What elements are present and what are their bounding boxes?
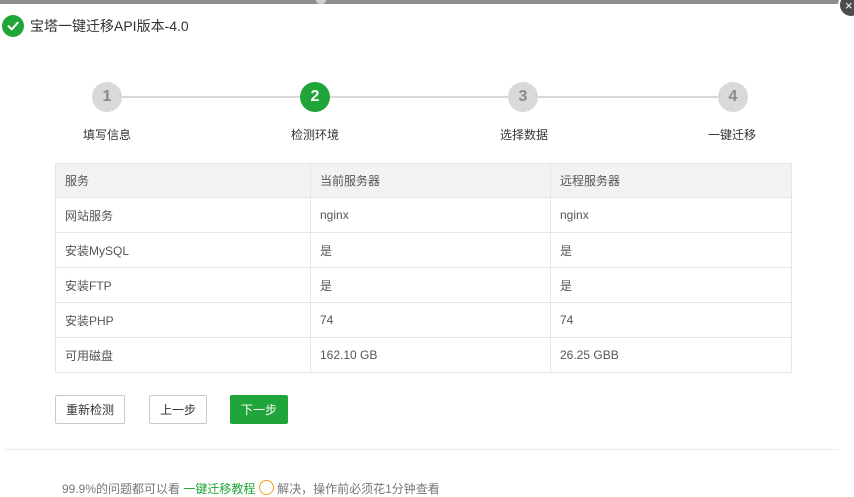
step-1-indicator: 1 [92,82,122,112]
step-2-label: 检测环境 [290,128,340,142]
table-header-row: 服务 当前服务器 远程服务器 [55,163,792,198]
step-connector [330,96,508,98]
remote-value-cell: nginx [550,197,792,233]
current-value-cell: 162.10 GB [310,337,551,373]
service-name-cell: 安装MySQL [55,232,311,268]
step-2-indicator: 2 [300,82,330,112]
recheck-button[interactable]: 重新检测 [55,395,125,424]
column-header-current-server: 当前服务器 [310,163,551,198]
table-row: 安装MySQL 是 是 [55,232,792,268]
remote-value-cell: 26.25 GBB [550,337,792,373]
column-header-service: 服务 [55,163,311,198]
step-progress: 1 2 3 4 填写信息 检测环境 选择数据 一键迁移 [0,80,854,150]
column-header-remote-server: 远程服务器 [550,163,792,198]
remote-value-cell: 74 [550,302,792,338]
dialog-titlebar: 宝塔一键迁移API版本-4.0 [0,4,854,48]
step-3-label: 选择数据 [499,128,549,142]
current-value-cell: 是 [310,232,551,268]
step-connector [122,96,300,98]
table-row: 安装FTP 是 是 [55,267,792,303]
current-value-cell: 是 [310,267,551,303]
table-row: 网站服务 nginx nginx [55,197,792,233]
footer-divider [5,449,839,450]
footer-tip: 99.9%的问题都可以看 一键迁移教程 解决，操作前必须花1分钟查看 [62,480,440,497]
service-name-cell: 安装PHP [55,302,311,338]
current-value-cell: nginx [310,197,551,233]
migration-tutorial-link[interactable]: 一键迁移教程 [183,482,255,496]
table-row: 安装PHP 74 74 [55,302,792,338]
previous-step-button[interactable]: 上一步 [149,395,207,424]
footer-tip-prefix: 99.9%的问题都可以看 [62,482,181,496]
step-3-indicator: 3 [508,82,538,112]
footer-tip-suffix: 解决，操作前必须花1分钟查看 [277,482,440,496]
remote-value-cell: 是 [550,232,792,268]
service-name-cell: 可用磁盘 [55,337,311,373]
step-connector [538,96,718,98]
check-circle-icon [2,15,24,37]
next-step-button[interactable]: 下一步 [230,395,288,424]
step-1-label: 填写信息 [82,128,132,142]
dialog-title: 宝塔一键迁移API版本-4.0 [30,18,189,34]
environment-check-table: 服务 当前服务器 远程服务器 网站服务 nginx nginx 安装MySQL … [55,163,792,373]
help-circle-icon [258,480,274,495]
service-name-cell: 网站服务 [55,197,311,233]
current-value-cell: 74 [310,302,551,338]
step-4-indicator: 4 [718,82,748,112]
service-name-cell: 安装FTP [55,267,311,303]
table-row: 可用磁盘 162.10 GB 26.25 GBB [55,337,792,373]
step-4-label: 一键迁移 [707,128,757,142]
remote-value-cell: 是 [550,267,792,303]
